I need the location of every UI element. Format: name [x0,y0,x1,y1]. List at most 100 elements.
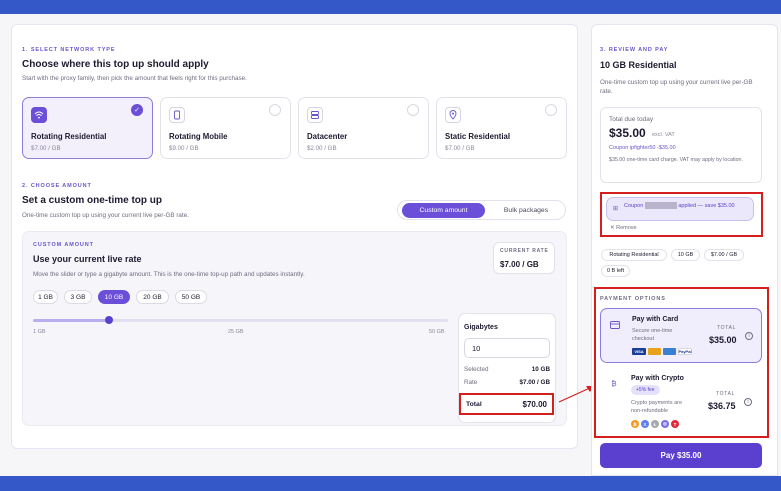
current-rate-value: $7.00 / GB [500,260,539,269]
network-card-name: Static Residential [445,132,510,141]
top-banner [0,0,781,14]
total-highlight: Total $70.00 [459,393,554,415]
gb-slider[interactable] [33,316,448,324]
pay-card-desc: Secure one-time checkout [632,328,673,342]
network-card-datacenter[interactable]: Datacenter $2.00 / GB [298,97,429,159]
tab-bulk-packages[interactable]: Bulk packages [490,203,562,218]
info-icon[interactable]: i [744,398,752,406]
step-label-review: 3. REVIEW AND PAY [600,47,669,53]
slider-min-label: 1 GB [33,329,46,335]
network-card-rotating-mobile[interactable]: Rotating Mobile $9.00 / GB [160,97,291,159]
coupon-applied-banner: ⊞ Coupon applied — save $35.00 [606,197,754,221]
order-desc: One-time custom top up using your curren… [600,79,753,95]
current-rate-label: CURRENT RATE [500,248,549,254]
pay-card-total: $35.00 [709,335,737,345]
credit-card-icon [608,318,622,332]
gigabytes-summary-box: Gigabytes 10 Selected 10 GB Rate $7.00 /… [458,313,556,423]
network-card-price: $7.00 / GB [445,145,475,152]
network-card-price: $9.00 / GB [169,145,199,152]
chip-50gb[interactable]: 50 GB [175,290,207,304]
total-value: $70.00 [522,400,547,409]
ethereum-coin-icon: Ξ [641,420,649,428]
custom-amount-title: Use your current live rate [33,254,142,264]
section-subtitle-amount: One-time custom top up using your curren… [22,212,189,219]
section-subtitle-network: Start with the proxy family, then pick t… [22,75,247,82]
section-title-amount: Set a custom one-time top up [22,195,163,206]
bitcoin-coin-icon: ₿ [631,420,639,428]
pay-crypto-total: $36.75 [708,401,736,411]
info-icon[interactable]: i [745,332,753,340]
wifi-icon [31,107,47,123]
custom-amount-eyebrow: CUSTOM AMOUNT [33,242,94,248]
payment-options-label: PAYMENT OPTIONS [600,296,666,302]
pay-crypto-total-label: TOTAL [716,391,736,397]
chip-3gb[interactable]: 3 GB [64,290,92,304]
summary-pill-network: Rotating Residential [601,249,667,261]
summary-pill-balance: 0 B left [601,265,630,277]
coupon-line: Coupon ipfighter50 -$35.00 [609,145,676,151]
slider-max-label: 50 GB [429,329,445,335]
chip-20gb[interactable]: 20 GB [136,290,169,304]
network-card-price: $7.00 / GB [31,145,61,152]
selected-label: Selected [464,366,489,373]
paypal-logo: PayPal [678,348,692,355]
amount-mode-toggle: Custom amount Bulk packages [397,200,566,220]
custom-amount-desc: Move the slider or type a gigabyte amoun… [33,271,305,278]
mastercard-logo [648,348,661,355]
location-pin-icon [445,107,461,123]
tab-custom-amount[interactable]: Custom amount [402,203,485,218]
check-icon: ✓ [131,104,143,116]
summary-row-selected: Selected 10 GB [464,366,550,373]
remove-coupon-link[interactable]: ✕ Remove [610,225,637,231]
current-rate-box: CURRENT RATE $7.00 / GB [493,242,555,274]
pay-with-card-option[interactable]: Pay with Card Secure one-time checkout T… [600,308,762,363]
pay-with-crypto-option[interactable]: ₿ Pay with Crypto +5% fee Crypto payment… [600,369,762,433]
network-card-static-residential[interactable]: Static Residential $7.00 / GB [436,97,567,159]
network-card-price: $2.00 / GB [307,145,337,152]
total-due-amount: $35.00 [609,126,646,140]
pay-card-total-label: TOTAL [717,325,737,331]
radio-circle [407,104,419,116]
network-card-name: Rotating Residential [31,132,107,141]
chip-1gb[interactable]: 1 GB [33,290,58,304]
redacted-code [644,202,677,209]
slider-fill [33,319,110,322]
bitcoin-icon: ₿ [611,380,617,388]
ticket-icon: ⊞ [613,206,619,212]
crypto-fee-badge: +5% fee [631,385,660,395]
chip-10gb[interactable]: 10 GB [98,290,130,304]
total-due-label: Total due today [609,116,654,123]
summary-pill-rate: $7.00 / GB [704,249,744,261]
rate-value: $7.00 / GB [519,379,550,386]
network-card-name: Datacenter [307,132,348,141]
network-card-name: Rotating Mobile [169,132,228,141]
step-label-network: 1. SELECT NETWORK TYPE [22,47,116,53]
rate-label: Rate [464,379,478,386]
total-label: Total [466,401,482,408]
pay-crypto-title: Pay with Crypto [631,375,684,382]
mobile-icon [169,107,185,123]
step-label-amount: 2. CHOOSE AMOUNT [22,183,92,189]
radio-circle [545,104,557,116]
gigabytes-input[interactable]: 10 [464,338,550,358]
total-due-card: Total due today $35.00 excl. VAT Coupon … [600,107,762,183]
pay-crypto-desc: Crypto payments are non-refundable [631,400,683,414]
pay-card-title: Pay with Card [632,316,679,323]
summary-pill-size: 10 GB [671,249,700,261]
section-title-network: Choose where this top up should apply [22,59,209,70]
pay-button[interactable]: Pay $35.00 [600,443,762,468]
vat-note: excl. VAT [652,132,675,138]
visa-logo: VISA [632,348,646,355]
gigabytes-label: Gigabytes [464,324,498,331]
summary-row-rate: Rate $7.00 / GB [464,379,550,386]
order-title: 10 GB Residential [600,60,677,70]
server-icon [307,107,323,123]
slider-mid-label: 25 GB [228,329,244,335]
network-card-rotating-residential[interactable]: ✓ Rotating Residential $7.00 / GB [22,97,153,159]
tron-coin-icon: T [671,420,679,428]
radio-circle [269,104,281,116]
selected-value: 10 GB [531,366,550,373]
solana-coin-icon: ◎ [661,420,669,428]
bottom-banner [0,476,781,491]
amex-logo [663,348,676,355]
